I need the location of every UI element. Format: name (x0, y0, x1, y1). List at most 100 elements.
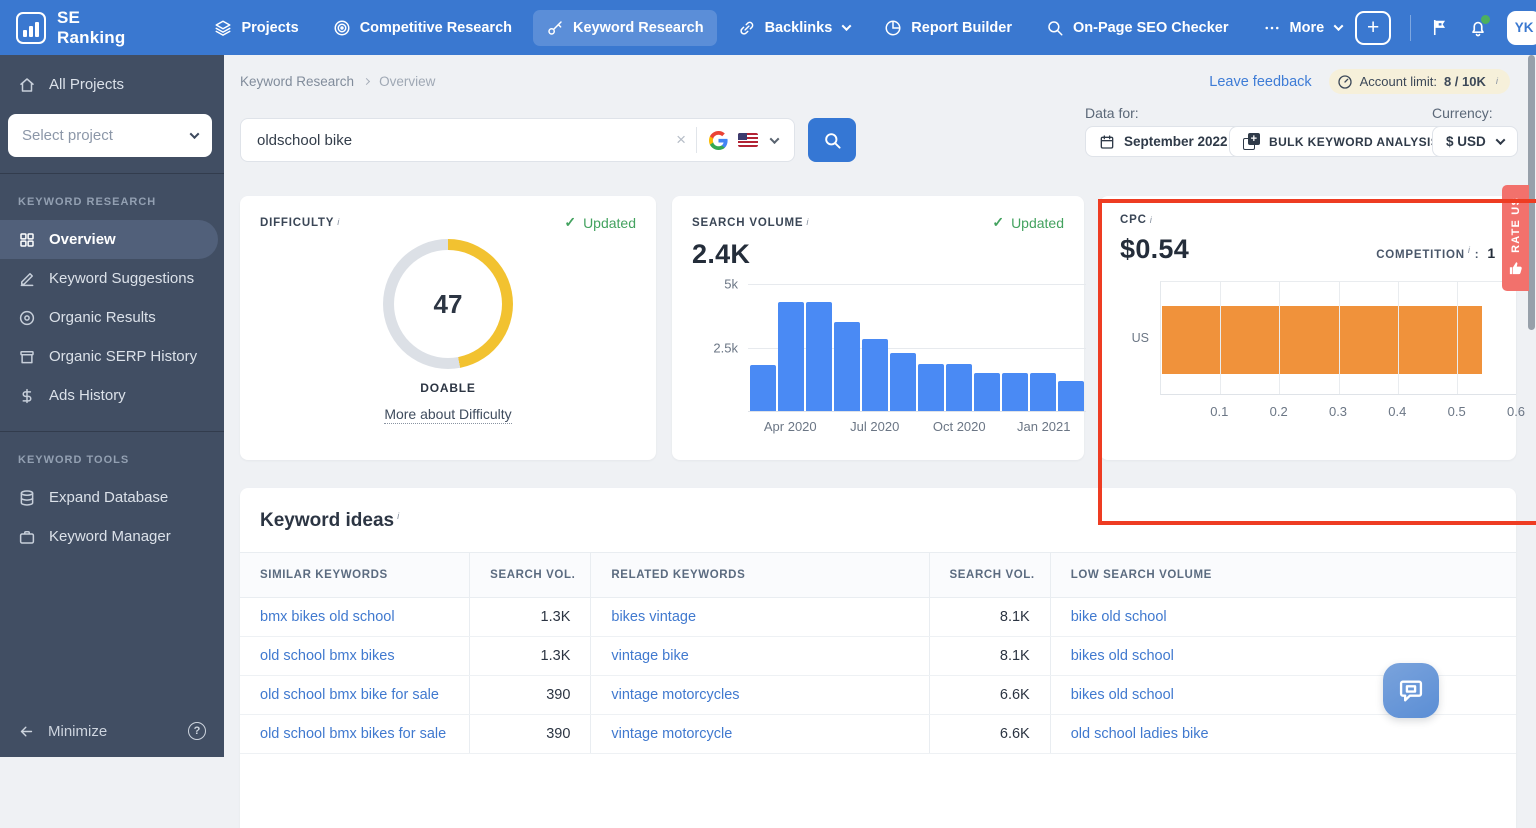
keyword-link[interactable]: vintage motorcycle (591, 715, 929, 754)
search-volume-value: 8.1K (929, 637, 1050, 676)
keyword-ideas-panel: Keyword ideasi SIMILAR KEYWORDS SEARCH V… (240, 488, 1516, 828)
scrollbar-thumb[interactable] (1528, 55, 1535, 330)
info-icon[interactable]: i (1468, 245, 1471, 256)
add-button[interactable]: + (1355, 11, 1391, 45)
nav-backlinks[interactable]: Backlinks (725, 10, 864, 46)
clear-input-icon[interactable]: × (666, 130, 696, 150)
info-icon[interactable]: i (397, 511, 399, 522)
check-icon (564, 214, 576, 231)
bar-Mar 2020 (750, 365, 776, 411)
x-axis-labels: Apr 2020Jul 2020Oct 2020Jan 2021 (748, 412, 1086, 434)
check-icon (992, 214, 1004, 231)
info-icon[interactable]: i (337, 217, 339, 228)
sidebar-item-keyword-manager[interactable]: Keyword Manager (0, 517, 224, 556)
breadcrumb-chevron-icon (363, 77, 370, 84)
bar-Oct 2020 (946, 364, 972, 411)
rate-us-ribbon[interactable]: RATE US (1502, 185, 1529, 291)
search-button[interactable] (808, 118, 856, 162)
nav-report-builder[interactable]: Report Builder (871, 10, 1025, 46)
bulk-keyword-analysis-button[interactable]: + BULK KEYWORD ANALYSIS (1229, 126, 1453, 157)
brand-logo[interactable]: SE Ranking (16, 8, 127, 48)
notification-dot (1481, 15, 1490, 24)
cpc-category-label: US (1132, 331, 1149, 345)
keyword-link[interactable]: bmx bikes old school (240, 598, 470, 637)
breadcrumb-keyword-research[interactable]: Keyword Research (240, 74, 354, 89)
notifications-bell-icon[interactable] (1468, 18, 1488, 38)
search-volume-bar-chart[interactable]: 5k 2.5k (748, 284, 1086, 412)
search-volume-card: SEARCH VOLUME i Updated 2.4K 5k 2.5k Apr… (672, 196, 1084, 460)
se-ranking-logo-icon (16, 12, 46, 44)
search-volume-value: 1.3K (470, 637, 591, 676)
keyword-link[interactable]: vintage bike (591, 637, 929, 676)
sidebar-item-organic-results[interactable]: Organic Results (0, 298, 224, 337)
search-volume-value: 2.4K (692, 239, 1064, 270)
keyword-link[interactable]: bikes old school (1050, 676, 1516, 715)
sidebar-item-keyword-suggestions[interactable]: Keyword Suggestions (0, 259, 224, 298)
cpc-bar-chart[interactable]: US (1160, 281, 1516, 395)
chevron-down-icon (190, 129, 200, 139)
col-search-vol-1: SEARCH VOL. (470, 553, 591, 598)
x-axis-tick: Apr 2020 (764, 419, 817, 434)
top-navigation-bar: SE Ranking Projects Competitive Research… (0, 0, 1536, 55)
nav-more[interactable]: More (1250, 10, 1356, 46)
scrollbar-track (1528, 55, 1536, 757)
sidebar-item-ads-history[interactable]: Ads History (0, 376, 224, 415)
user-avatar[interactable]: YK (1507, 11, 1536, 45)
gridline (1279, 282, 1280, 394)
nav-competitive-research[interactable]: Competitive Research (320, 10, 525, 46)
keyword-link[interactable]: old school bmx bikes for sale (240, 715, 470, 754)
circle-dot-icon (18, 309, 36, 327)
breadcrumb-overview: Overview (379, 74, 435, 89)
keyword-link[interactable]: bikes old school (1050, 637, 1516, 676)
nav-projects[interactable]: Projects (201, 10, 311, 46)
gridline (1457, 282, 1458, 394)
info-icon[interactable]: i (1150, 215, 1152, 226)
sidebar-item-overview[interactable]: Overview (0, 220, 218, 259)
difficulty-gauge-chart[interactable]: 47 (383, 239, 513, 369)
help-icon[interactable]: ? (188, 722, 206, 740)
chevron-down-icon (842, 21, 852, 31)
main-content: Keyword Research Overview Leave feedback… (224, 55, 1536, 757)
keyword-link[interactable]: vintage motorcycles (591, 676, 929, 715)
search-volume-value: 6.6K (929, 715, 1050, 754)
nav-keyword-research[interactable]: Keyword Research (533, 10, 717, 46)
sidebar-minimize[interactable]: Minimize ? (0, 705, 224, 757)
competition-value: 1 (1487, 245, 1496, 261)
x-axis-tick: 0.6 (1507, 404, 1525, 419)
project-select-dropdown[interactable]: Select project (8, 114, 212, 157)
table-row: old school bmx bike for sale390vintage m… (240, 676, 1516, 715)
gridline (1220, 282, 1221, 394)
search-icon (823, 131, 842, 150)
gridline (1398, 282, 1399, 394)
search-volume-value: 390 (470, 715, 591, 754)
chat-widget-button[interactable] (1383, 663, 1439, 718)
keyword-link[interactable]: old school bmx bikes (240, 637, 470, 676)
keyword-link[interactable]: old school bmx bike for sale (240, 676, 470, 715)
currency-dropdown[interactable]: $ USD (1432, 126, 1518, 157)
target-icon (333, 19, 351, 37)
sidebar-item-expand-database[interactable]: Expand Database (0, 478, 224, 517)
leave-feedback-link[interactable]: Leave feedback (1209, 74, 1311, 90)
us-flag-icon[interactable] (738, 133, 758, 147)
sidebar-section-keyword-tools: KEYWORD TOOLS (0, 432, 224, 478)
keyword-link[interactable]: old school ladies bike (1050, 715, 1516, 754)
nav-onpage-seo-checker[interactable]: On-Page SEO Checker (1033, 10, 1242, 46)
sidebar-item-organic-serp-history[interactable]: Organic SERP History (0, 337, 224, 376)
chevron-down-icon[interactable] (770, 134, 780, 144)
thumb-up-icon (1508, 261, 1523, 276)
table-row: old school bmx bikes1.3Kvintage bike8.1K… (240, 637, 1516, 676)
keyword-link[interactable]: bikes vintage (591, 598, 929, 637)
brand-name: SE Ranking (57, 8, 127, 48)
keyword-search-input[interactable] (257, 132, 666, 149)
x-axis-tick: 0.5 (1448, 404, 1466, 419)
link-icon (738, 19, 756, 37)
info-icon[interactable]: i (806, 217, 808, 228)
gauge-icon (1337, 74, 1353, 90)
keyword-link[interactable]: bike old school (1050, 598, 1516, 637)
gridline (1516, 282, 1517, 394)
date-picker-button[interactable]: September 2022 (1085, 126, 1242, 157)
flag-icon[interactable] (1430, 18, 1449, 37)
sidebar-item-all-projects[interactable]: All Projects (0, 65, 224, 104)
arrow-left-icon (18, 723, 35, 740)
more-about-difficulty-link[interactable]: More about Difficulty (384, 406, 511, 424)
